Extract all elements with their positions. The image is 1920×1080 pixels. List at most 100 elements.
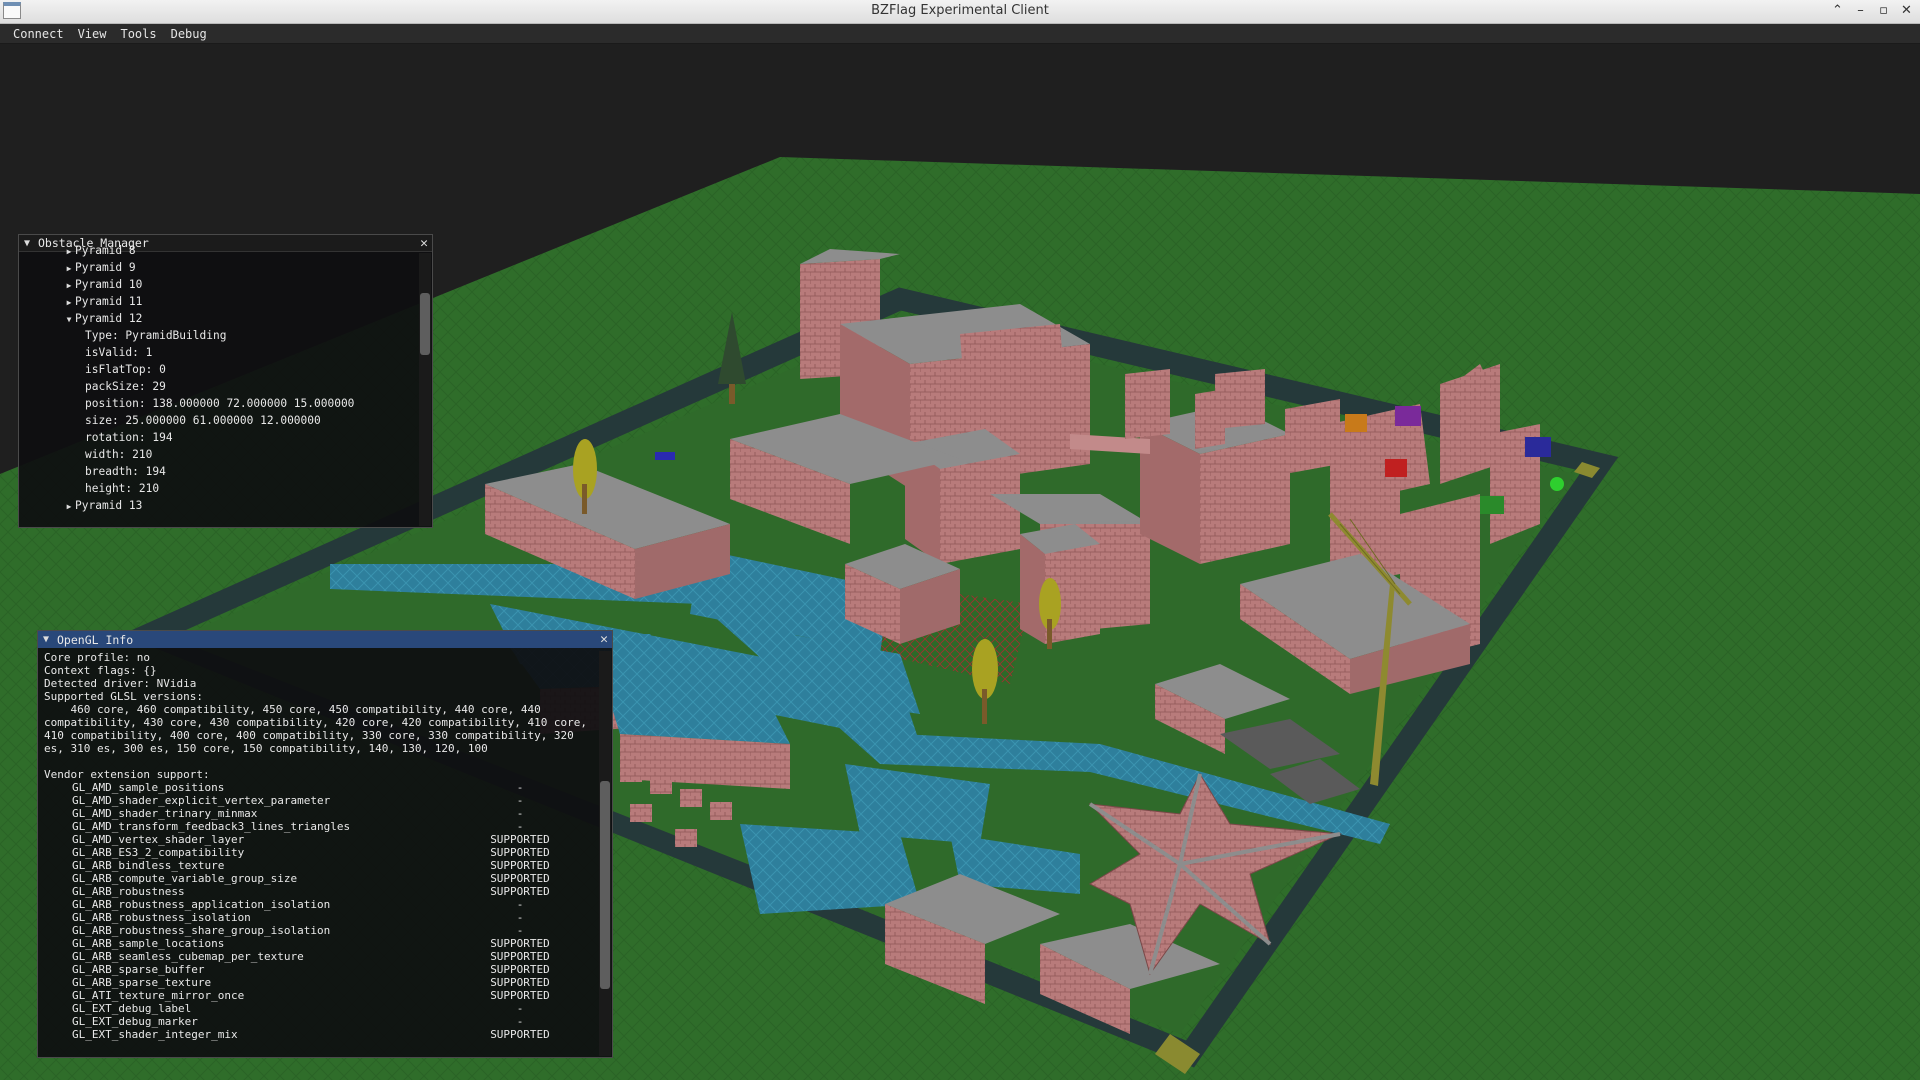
close-icon[interactable]: ✕: [420, 236, 428, 251]
collapse-icon[interactable]: ▼: [43, 634, 57, 645]
window-shade-button[interactable]: ⌃: [1828, 2, 1847, 20]
extension-row: GL_AMD_transform_feedback3_lines_triangl…: [44, 820, 594, 833]
obstacle-row-label: isFlatTop: 0: [85, 363, 166, 376]
obstacle-tree-node[interactable]: ▶ Pyramid 11: [19, 293, 418, 310]
obstacle-property: packSize: 29: [19, 378, 418, 395]
obstacle-tree-node[interactable]: ▶ Pyramid 10: [19, 276, 418, 293]
extension-row: GL_ARB_robustness SUPPORTED: [44, 885, 594, 898]
extension-name: GL_ARB_sparse_texture: [72, 976, 212, 989]
obstacle-property: position: 138.000000 72.000000 15.000000: [19, 395, 418, 412]
extension-row: GL_ARB_robustness_application_isolation -: [44, 898, 594, 911]
extension-row: GL_EXT_shader_integer_mix SUPPORTED: [44, 1028, 594, 1041]
window-minimize-button[interactable]: –: [1851, 2, 1870, 20]
obstacle-tree-node[interactable]: ▶ Pyramid 13: [19, 497, 418, 514]
collapsed-arrow-icon[interactable]: ▶: [63, 260, 75, 277]
extension-status: -: [516, 781, 524, 794]
collapsed-arrow-icon[interactable]: ▶: [63, 498, 75, 515]
extension-status: -: [516, 820, 524, 833]
extension-row: GL_ARB_bindless_texture SUPPORTED: [44, 859, 594, 872]
menu-tools[interactable]: Tools: [113, 24, 163, 43]
window-maximize-button[interactable]: ▫: [1874, 2, 1893, 20]
obstacle-row-label: position: 138.000000 72.000000 15.000000: [85, 397, 355, 410]
obstacle-manager-panel: ▼ Obstacle Manager ✕ ▶ Pyramid 8 ▶ Pyramid …: [18, 234, 433, 528]
obstacle-row-label: packSize: 29: [85, 380, 166, 393]
extension-status: SUPPORTED: [490, 846, 550, 859]
obstacle-tree-node[interactable]: ▶ Pyramid 8: [19, 242, 418, 259]
scrollbar-thumb[interactable]: [600, 781, 610, 989]
extension-name: GL_ARB_compute_variable_group_size: [72, 872, 298, 885]
context-flags: Context flags: {}: [44, 664, 157, 677]
extension-status: SUPPORTED: [490, 989, 550, 1002]
extension-status: SUPPORTED: [490, 963, 550, 976]
extension-name: GL_AMD_shader_explicit_vertex_parameter: [72, 794, 331, 807]
close-icon[interactable]: ✕: [600, 632, 608, 647]
extension-row: GL_ARB_robustness_share_group_isolation -: [44, 924, 594, 937]
obstacle-property: rotation: 194: [19, 429, 418, 446]
extension-status: SUPPORTED: [490, 950, 550, 963]
collapsed-arrow-icon[interactable]: ▶: [63, 277, 75, 294]
extension-status: SUPPORTED: [490, 937, 550, 950]
extension-name: GL_ARB_bindless_texture: [72, 859, 225, 872]
obstacle-row-label: Pyramid 11: [75, 295, 143, 308]
opengl-info-header[interactable]: ▼ OpenGL Info ✕: [38, 631, 612, 648]
obstacle-row-label: rotation: 194: [85, 431, 173, 444]
extension-name: GL_AMD_transform_feedback3_lines_triangl…: [72, 820, 351, 833]
opengl-info-content: Core profile: no Context flags: {} Detec…: [44, 651, 594, 1057]
menu-view[interactable]: View: [71, 24, 114, 43]
opengl-info-panel: ▼ OpenGL Info ✕ Core profile: no Context…: [37, 630, 613, 1058]
obstacle-property: width: 210: [19, 446, 418, 463]
extension-row: GL_AMD_shader_trinary_minmax -: [44, 807, 594, 820]
obstacle-row-label: Type: PyramidBuilding: [85, 329, 227, 342]
extension-row: GL_ARB_seamless_cubemap_per_texture SUPPO…: [44, 950, 594, 963]
obstacle-scrollbar[interactable]: [419, 253, 431, 526]
glsl-versions: 460 core, 460 compatibility, 450 core, 4…: [44, 703, 594, 755]
obstacle-property: size: 25.000000 61.000000 12.000000: [19, 412, 418, 429]
extension-status: -: [516, 794, 524, 807]
window-titlebar: BZFlag Experimental Client ⌃ – ▫ ✕: [0, 0, 1920, 24]
obstacle-row-label: isValid: 1: [85, 346, 153, 359]
obstacle-row-label: width: 210: [85, 448, 153, 461]
obstacle-row-label: size: 25.000000 61.000000 12.000000: [85, 414, 321, 427]
vendor-label: Vendor extension support:: [44, 768, 210, 781]
obstacle-property: Type: PyramidBuilding: [19, 327, 418, 344]
expanded-arrow-icon[interactable]: ▼: [63, 311, 75, 328]
window-title: BZFlag Experimental Client: [871, 3, 1049, 18]
core-profile: Core profile: no: [44, 651, 150, 664]
detected-driver: Detected driver: NVidia: [44, 677, 197, 690]
menu-bar: Connect View Tools Debug: [0, 24, 1920, 44]
extension-status: -: [516, 1015, 524, 1028]
extension-name: GL_ARB_robustness_isolation: [72, 911, 251, 924]
extension-status: -: [516, 1002, 524, 1015]
extension-row: GL_EXT_debug_marker -: [44, 1015, 594, 1028]
extension-row: GL_ARB_ES3_2_compatibility SUPPORTED: [44, 846, 594, 859]
extension-name: GL_EXT_shader_integer_mix: [72, 1028, 238, 1041]
extension-row: GL_AMD_sample_positions -: [44, 781, 594, 794]
extension-name: GL_ATI_texture_mirror_once: [72, 989, 245, 1002]
collapsed-arrow-icon[interactable]: ▶: [63, 294, 75, 311]
extension-name: GL_AMD_sample_positions: [72, 781, 225, 794]
extension-row: GL_EXT_debug_label -: [44, 1002, 594, 1015]
obstacle-row-label: breadth: 194: [85, 465, 166, 478]
extension-status: -: [516, 924, 524, 937]
opengl-info-title: OpenGL Info: [57, 632, 134, 647]
extension-name: GL_AMD_vertex_shader_layer: [72, 833, 245, 846]
obstacle-tree-node[interactable]: ▶ Pyramid 9: [19, 259, 418, 276]
window-close-button[interactable]: ✕: [1897, 2, 1916, 20]
opengl-scrollbar[interactable]: [599, 651, 611, 1056]
menu-debug[interactable]: Debug: [164, 24, 214, 43]
obstacle-property: breadth: 194: [19, 463, 418, 480]
extension-name: GL_EXT_debug_label: [72, 1002, 192, 1015]
menu-connect[interactable]: Connect: [6, 24, 71, 43]
extension-name: GL_ARB_robustness_share_group_isolation: [72, 924, 331, 937]
extension-row: GL_ARB_sparse_buffer SUPPORTED: [44, 963, 594, 976]
scrollbar-thumb[interactable]: [420, 293, 430, 355]
obstacle-property: isFlatTop: 0: [19, 361, 418, 378]
extension-name: GL_ARB_robustness_application_isolation: [72, 898, 331, 911]
obstacle-tree-node[interactable]: ▼ Pyramid 12: [19, 310, 418, 327]
extension-name: GL_EXT_debug_marker: [72, 1015, 198, 1028]
extension-row: GL_ARB_sample_locations SUPPORTED: [44, 937, 594, 950]
collapsed-arrow-icon[interactable]: ▶: [63, 243, 75, 260]
extension-status: SUPPORTED: [490, 859, 550, 872]
extension-status: SUPPORTED: [490, 1028, 550, 1041]
